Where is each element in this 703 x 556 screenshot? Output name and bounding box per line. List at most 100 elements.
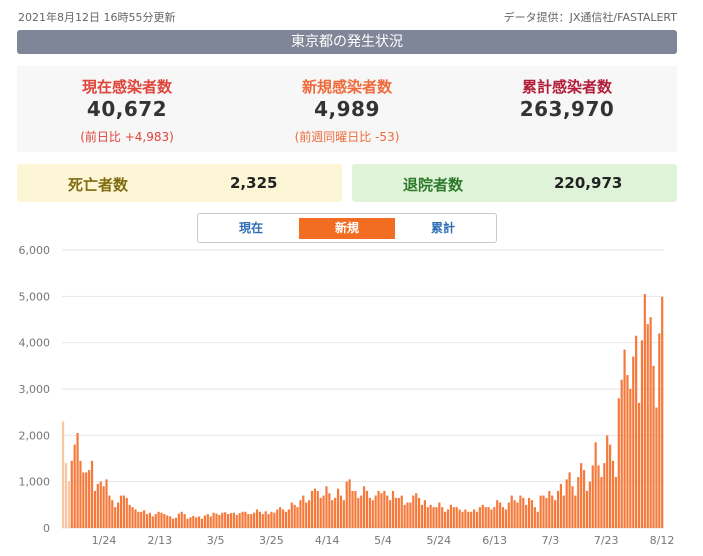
bar [143,510,146,528]
bar [559,483,562,528]
bar [131,507,134,528]
tab-new[interactable]: 新規 [299,218,395,239]
bar [571,486,574,528]
bar [423,500,426,528]
x-tick-label: 3/25 [259,534,284,547]
bar [516,502,519,528]
bar [452,507,455,528]
bar [166,515,169,528]
bar [215,513,218,528]
bar [241,511,244,528]
bar [258,511,261,528]
bar [441,507,444,528]
bar [276,509,279,528]
bar [281,509,285,528]
bar [478,507,481,528]
bar [229,513,233,528]
bar [658,333,661,528]
bar [484,507,487,528]
bar [655,407,658,528]
bar [134,509,137,528]
bar [96,483,99,528]
bar [446,509,450,528]
bar [163,514,166,528]
bar [102,486,105,528]
bar [501,507,505,528]
bar [348,479,351,528]
bar [195,517,198,528]
bar [290,502,293,528]
bar [238,513,241,528]
bar [177,513,180,528]
bar [429,504,432,528]
tab-current[interactable]: 現在 [203,218,299,239]
bar [154,514,157,528]
bar [232,512,235,528]
bar [235,515,238,528]
bar [203,515,207,528]
bar [287,509,290,528]
bar [90,460,94,528]
bar [221,512,224,528]
bar [420,504,424,528]
bar [302,495,305,528]
bar [496,500,499,528]
bar [342,500,345,528]
bar [296,507,299,528]
bar [371,500,374,528]
bar [394,497,398,528]
bar [539,495,542,528]
x-tick-label: 6/13 [482,534,507,547]
total-cases-value: 263,970 [519,97,615,121]
bar [62,421,65,528]
bar [88,470,91,528]
bar [504,509,508,528]
new-cases-change: (前週同曜日比 -53) [294,130,400,144]
bar [339,495,343,528]
bar [377,490,380,528]
bar [507,502,510,528]
bar [577,477,580,528]
bar [70,460,73,528]
x-tick-label: 7/3 [542,534,560,547]
bar [391,490,395,528]
bar [513,500,516,528]
new-cases-label: 新規感染者数 [301,78,392,96]
bar [328,493,331,528]
bar [554,500,557,528]
bar [426,507,429,528]
bar [186,518,189,528]
bar [623,349,626,528]
bar [438,502,441,528]
bar [449,504,453,528]
x-tick-label: 5/24 [426,534,451,547]
bar [279,507,282,528]
bar [458,509,461,528]
x-tick-label: 1/24 [92,534,117,547]
bar [174,517,178,528]
y-tick-label: 0 [43,522,50,535]
bar [403,504,406,528]
tab-total[interactable]: 累計 [395,218,491,239]
bar [67,481,70,528]
bar [79,460,82,528]
bar [247,514,250,528]
bar [157,511,160,528]
bar [261,514,264,528]
bar [119,495,123,528]
bar [310,490,314,528]
bar [374,495,377,528]
bar [125,497,128,528]
bar [519,495,522,528]
bar [270,511,273,528]
bar [562,495,565,528]
bar [626,375,629,528]
bar [351,490,354,528]
bar [148,512,152,528]
bar [368,497,371,528]
bar [325,486,328,528]
bar [171,518,175,528]
bar [169,516,172,528]
top-info-line: 2021年8月12日 16時55分更新 データ提供：JX通信社/FASTALER… [18,9,677,25]
bar [293,504,296,528]
